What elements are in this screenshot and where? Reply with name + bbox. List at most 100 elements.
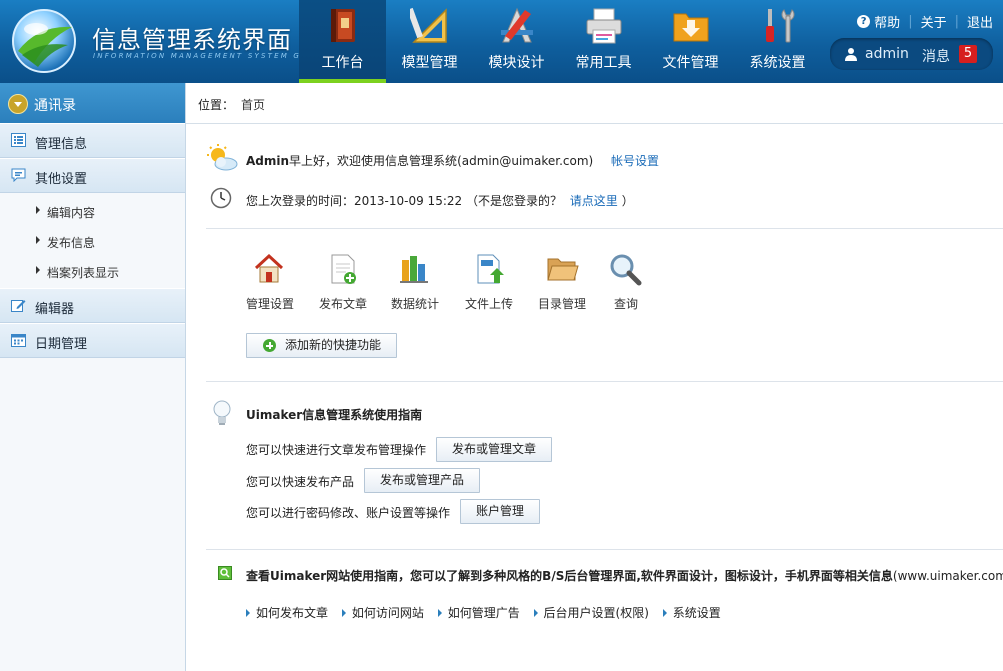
message-count-badge[interactable]: 5 bbox=[959, 45, 977, 63]
guide-text: 您可以快速进行文章发布管理操作 bbox=[246, 443, 427, 457]
breadcrumb-home[interactable]: 首页 bbox=[241, 96, 265, 113]
sidebar-subitem-label: 编辑内容 bbox=[47, 206, 96, 220]
add-shortcut-button[interactable]: 添加新的快捷功能 bbox=[246, 333, 397, 358]
sidebar-item-other-settings[interactable]: 其他设置 bbox=[0, 158, 185, 193]
book-icon bbox=[330, 9, 355, 42]
account-management-button[interactable]: 账户管理 bbox=[460, 499, 540, 524]
site-guide-url[interactable]: (www.uimaker.com) bbox=[893, 569, 1003, 583]
arrow-right-icon bbox=[437, 609, 442, 617]
welcome-line: Admin早上好，欢迎使用信息管理系统(admin@uimaker.com) 帐… bbox=[246, 152, 659, 169]
nav-workbench[interactable]: 工作台 bbox=[299, 0, 386, 83]
user-box: admin 消息 5 bbox=[830, 38, 993, 70]
username[interactable]: admin bbox=[865, 46, 909, 62]
main-content: Admin早上好，欢迎使用信息管理系统(admin@uimaker.com) 帐… bbox=[186, 124, 1003, 671]
nav-label: 文件管理 bbox=[662, 55, 719, 71]
arrow-right-icon bbox=[533, 609, 538, 617]
publish-article-button[interactable]: 发布或管理文章 bbox=[436, 437, 552, 462]
arrow-right-icon bbox=[246, 609, 250, 617]
sidebar-subitem-label: 发布信息 bbox=[47, 236, 96, 250]
divider: | bbox=[954, 14, 959, 29]
magnifier-icon[interactable] bbox=[608, 252, 642, 286]
nav-label: 模块设计 bbox=[488, 55, 545, 71]
guide-link-item[interactable]: 如何发布文章 bbox=[246, 606, 328, 620]
not-me-link[interactable]: 请点这里 bbox=[570, 194, 618, 208]
sidebar-item-label: 编辑器 bbox=[35, 302, 75, 317]
guide-link-item[interactable]: 如何管理广告 bbox=[437, 606, 520, 620]
sidebar: 通讯录 管理信息 其他设置 编辑内容 发布信息 档案列表显示 编辑器 日期管理 bbox=[0, 83, 186, 671]
shortcut-publish-article[interactable]: 发布文章 bbox=[308, 295, 378, 312]
help-link[interactable]: 帮助 bbox=[874, 12, 900, 31]
file-upload-icon[interactable] bbox=[473, 252, 507, 286]
publish-product-button[interactable]: 发布或管理产品 bbox=[364, 468, 480, 493]
shortcut-search[interactable]: 查询 bbox=[591, 295, 661, 312]
user-icon bbox=[845, 48, 857, 61]
nav-common-tools[interactable]: 常用工具 bbox=[560, 0, 647, 83]
collapse-icon bbox=[8, 94, 28, 114]
account-settings-link[interactable]: 帐号设置 bbox=[611, 154, 659, 168]
sidebar-header-contacts[interactable]: 通讯录 bbox=[0, 83, 185, 123]
site-guide-line: 查看Uimaker网站使用指南，您可以了解到多种风格的B/S后台管理界面,软件界… bbox=[246, 567, 1003, 584]
open-folder-icon[interactable] bbox=[545, 252, 579, 286]
last-login-line: 您上次登录的时间：2013-10-09 15:22 （不是您登录的？ 请点这里） bbox=[246, 192, 634, 209]
guide-link-permissions[interactable]: 后台用户设置(权限) bbox=[544, 606, 649, 620]
shortcut-data-stats[interactable]: 数据统计 bbox=[380, 295, 450, 312]
guide-text: 您可以快速发布产品 bbox=[246, 475, 355, 489]
list-icon bbox=[11, 133, 26, 147]
guide-link-visit[interactable]: 如何访问网站 bbox=[352, 606, 424, 620]
last-login-suffix: ） bbox=[621, 194, 634, 208]
sidebar-subitem-archive-list[interactable]: 档案列表显示 bbox=[0, 256, 185, 286]
breadcrumb: 位置： 首页 bbox=[186, 83, 1003, 124]
nav-label: 常用工具 bbox=[575, 55, 632, 71]
home-icon[interactable] bbox=[252, 252, 286, 286]
new-document-icon[interactable] bbox=[326, 252, 360, 286]
calendar-icon bbox=[11, 334, 26, 347]
sidebar-header-label: 通讯录 bbox=[34, 98, 76, 114]
shortcut-directory-management[interactable]: 目录管理 bbox=[527, 295, 597, 312]
search-doc-icon bbox=[218, 566, 232, 580]
sidebar-subitem-label: 档案列表显示 bbox=[47, 266, 120, 280]
welcome-greeting: 早上好，欢迎使用信息管理系统 bbox=[289, 154, 458, 168]
sidebar-item-date-management[interactable]: 日期管理 bbox=[0, 323, 185, 358]
guide-link-ads[interactable]: 如何管理广告 bbox=[448, 606, 520, 620]
about-link[interactable]: 关于 bbox=[921, 12, 947, 31]
design-tools-icon bbox=[500, 7, 533, 43]
divider bbox=[206, 381, 1003, 382]
main-nav: 工作台 模型管理 模块设计 常用工具 文件管理 系统设置 bbox=[299, 0, 821, 83]
shortcut-file-upload[interactable]: 文件上传 bbox=[454, 295, 524, 312]
printer-icon bbox=[586, 8, 621, 44]
nav-module-design[interactable]: 模块设计 bbox=[473, 0, 560, 83]
welcome-user-name: Admin bbox=[246, 154, 290, 168]
sidebar-item-label: 日期管理 bbox=[35, 337, 88, 352]
nav-label: 工作台 bbox=[321, 55, 364, 71]
nav-model-management[interactable]: 模型管理 bbox=[386, 0, 473, 83]
guide-link-system-settings[interactable]: 系统设置 bbox=[673, 606, 721, 620]
folder-download-icon bbox=[673, 13, 708, 42]
plus-icon bbox=[263, 339, 276, 352]
guide-title: Uimaker信息管理系统使用指南 bbox=[246, 408, 423, 422]
divider: | bbox=[908, 14, 913, 29]
nav-label: 模型管理 bbox=[401, 55, 458, 71]
bar-stats-icon[interactable] bbox=[398, 252, 432, 286]
nav-system-settings[interactable]: 系统设置 bbox=[734, 0, 821, 83]
logo-icon bbox=[12, 9, 76, 73]
sidebar-subitem-edit-content[interactable]: 编辑内容 bbox=[0, 196, 185, 226]
sidebar-item-editor[interactable]: 编辑器 bbox=[0, 288, 185, 323]
site-guide-title: 查看Uimaker网站使用指南，您可以了解到多种风格的B/S后台管理界面,软件界… bbox=[246, 569, 893, 583]
arrow-right-icon bbox=[36, 266, 40, 274]
guide-link-publish[interactable]: 如何发布文章 bbox=[256, 606, 328, 620]
sidebar-item-manage-info[interactable]: 管理信息 bbox=[0, 123, 185, 158]
lightbulb-icon bbox=[213, 400, 231, 425]
nav-label: 系统设置 bbox=[749, 55, 806, 71]
messages-link[interactable]: 消息 bbox=[922, 46, 950, 66]
guide-link-item[interactable]: 系统设置 bbox=[662, 606, 721, 620]
app-subtitle: INFORMATION MANAGEMENT SYSTEM GUI bbox=[93, 52, 313, 60]
shortcut-manage-settings[interactable]: 管理设置 bbox=[235, 295, 305, 312]
nav-file-management[interactable]: 文件管理 bbox=[647, 0, 734, 83]
wrench-screwdriver-icon bbox=[765, 9, 794, 43]
sidebar-subitem-publish-info[interactable]: 发布信息 bbox=[0, 226, 185, 256]
guide-link-item[interactable]: 如何访问网站 bbox=[341, 606, 424, 620]
add-shortcut-label: 添加新的快捷功能 bbox=[285, 338, 382, 352]
chat-icon bbox=[11, 168, 26, 182]
logout-link[interactable]: 退出 bbox=[967, 12, 993, 31]
guide-link-item[interactable]: 后台用户设置(权限) bbox=[533, 606, 649, 620]
